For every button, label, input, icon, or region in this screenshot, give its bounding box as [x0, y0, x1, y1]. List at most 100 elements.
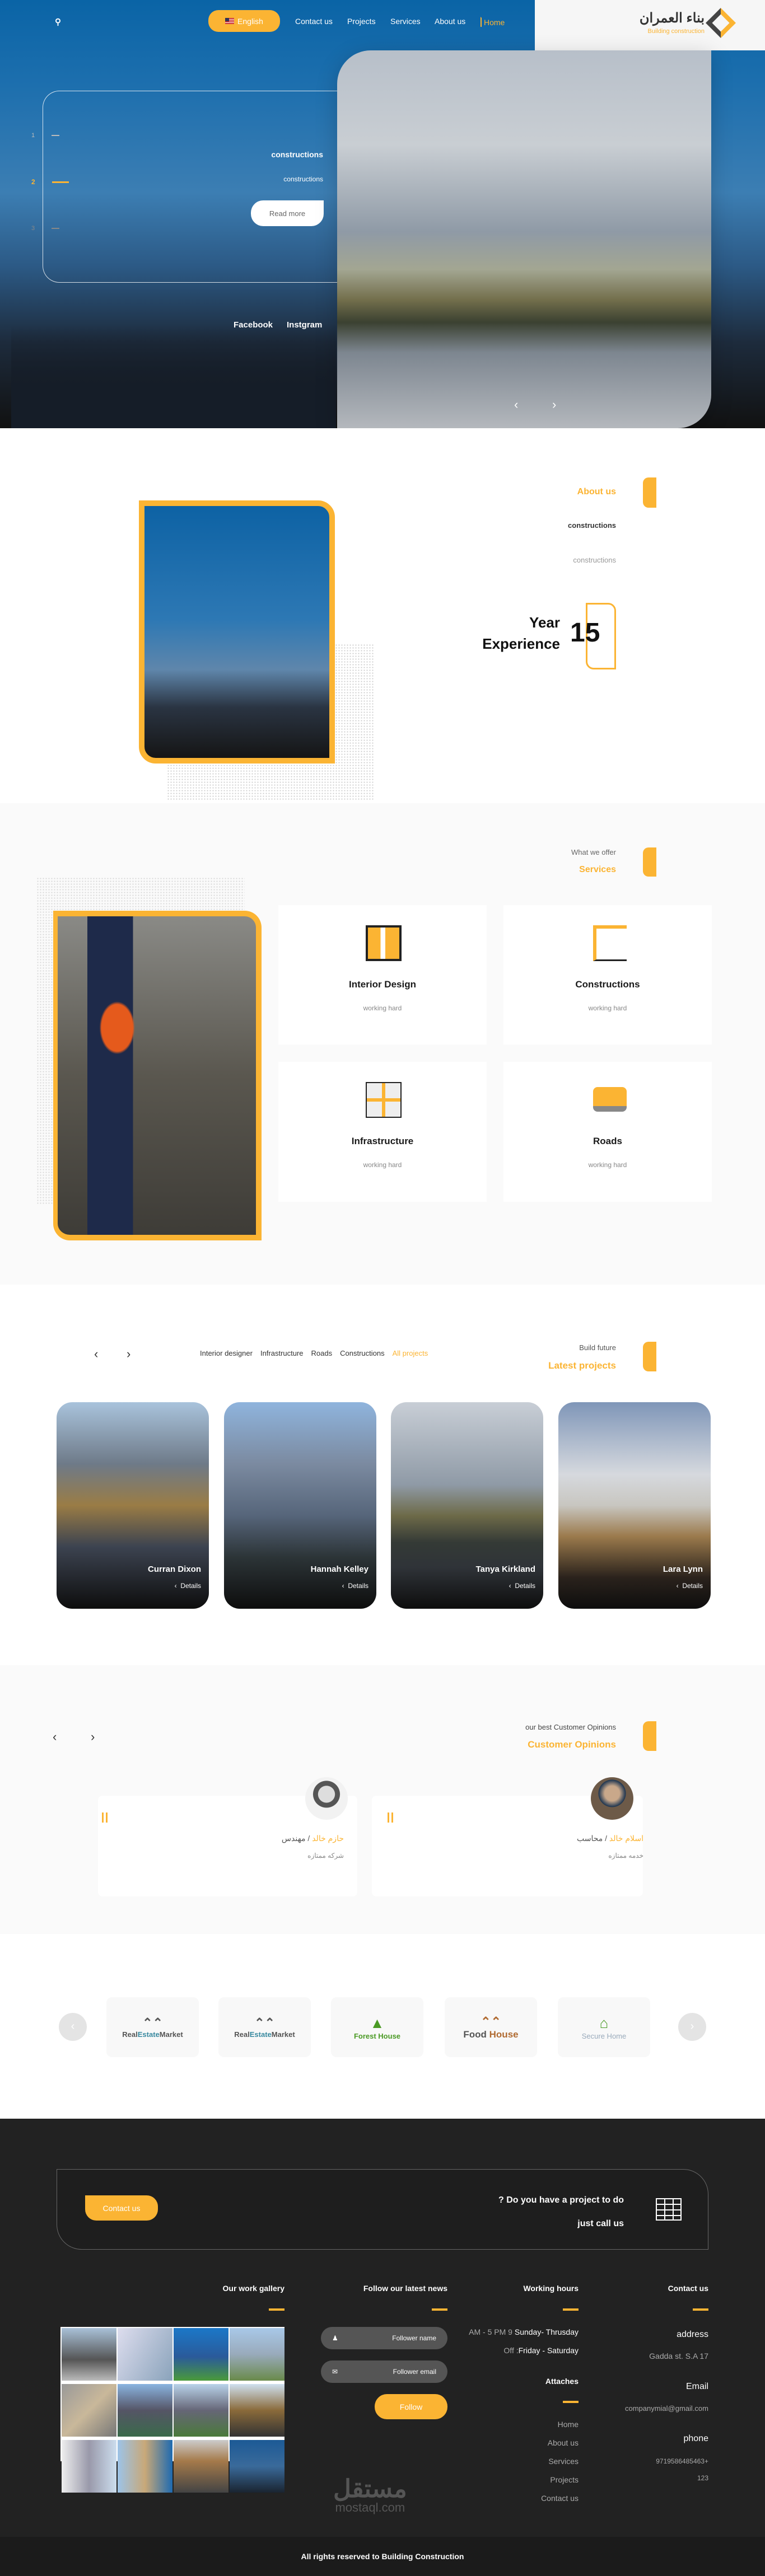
- project-card[interactable]: Curran Dixon ‹ Details: [57, 1402, 209, 1609]
- hero-subtitle: constructions: [283, 175, 323, 183]
- floor-plan-icon: [366, 925, 402, 961]
- filter-all-projects[interactable]: All projects: [393, 1349, 428, 1357]
- read-more-button[interactable]: Read more: [251, 200, 324, 226]
- projects-prev-arrow[interactable]: ‹: [94, 1347, 98, 1361]
- footer-link-contact[interactable]: Contact us: [541, 2494, 579, 2503]
- cta-question: ? Do you have a project to do: [498, 2195, 624, 2205]
- partners-prev-button[interactable]: ‹: [59, 2013, 87, 2041]
- brick-wall-icon: [656, 2198, 682, 2221]
- hero-prev-arrow[interactable]: ‹: [514, 397, 518, 412]
- hours-heading: Working hours: [523, 2284, 579, 2293]
- partners-next-button[interactable]: ›: [678, 2013, 706, 2041]
- gallery-thumb[interactable]: [62, 2440, 116, 2493]
- nav-services[interactable]: Services: [390, 17, 421, 26]
- about-label: About us: [577, 487, 616, 497]
- quote-icon: [388, 1812, 393, 1823]
- heading-underline: [563, 2308, 579, 2311]
- home-lock-icon: ⌂: [599, 2014, 609, 2031]
- opinions-next-arrow[interactable]: ›: [91, 1730, 95, 1744]
- house-roof-icon: ⌃⌃: [254, 2016, 275, 2030]
- partner-logo-food-house: ⌃⌃ Food House: [445, 1997, 537, 2057]
- service-card-roads[interactable]: Roads working hard: [503, 1062, 712, 1202]
- gallery-thumb[interactable]: [118, 2384, 172, 2437]
- search-icon[interactable]: ⚲: [55, 17, 61, 27]
- projects-title: Latest projects: [548, 1360, 616, 1371]
- footer-link-projects[interactable]: Projects: [550, 2475, 579, 2484]
- email-label: Email: [685, 2382, 708, 2391]
- hero-image: ‹ ›: [337, 50, 711, 428]
- details-link[interactable]: ‹ Details: [509, 1582, 535, 1590]
- gallery-thumb[interactable]: [230, 2384, 284, 2437]
- nav-projects[interactable]: Projects: [347, 17, 376, 26]
- footer-link-about[interactable]: About us: [548, 2438, 579, 2447]
- gallery-thumb[interactable]: [118, 2440, 172, 2493]
- partner-logo-forest-house: ▲ Forest House: [331, 1997, 423, 2057]
- service-card-constructions[interactable]: Constructions working hard: [503, 905, 712, 1045]
- cta-contact-button[interactable]: Contact us: [85, 2195, 158, 2221]
- phone-extension: 123: [697, 2474, 708, 2482]
- gallery-thumb[interactable]: [62, 2328, 116, 2381]
- footer-link-services[interactable]: Services: [548, 2457, 579, 2466]
- gallery-thumb[interactable]: [174, 2384, 228, 2437]
- logo-area: بناء العمران Building construction: [535, 0, 765, 50]
- gallery-thumb[interactable]: [230, 2328, 284, 2381]
- project-card[interactable]: Lara Lynn ‹ Details: [558, 1402, 711, 1609]
- heading-underline: [432, 2308, 447, 2311]
- partner-logo-realestate: ⌃⌃ RealEstateMarket: [218, 1997, 311, 2057]
- follower-name-input[interactable]: ♟ Follower name: [321, 2327, 447, 2349]
- logo-icon: [706, 8, 736, 38]
- details-link[interactable]: ‹ Details: [342, 1582, 368, 1590]
- opinions-tab-marker: [643, 1721, 656, 1751]
- phone-label: phone: [683, 2434, 709, 2443]
- gallery-thumb[interactable]: [62, 2384, 116, 2437]
- road-roller-icon: [593, 1087, 627, 1112]
- hero-next-arrow[interactable]: ›: [552, 397, 556, 412]
- gallery-thumb[interactable]: [230, 2440, 284, 2493]
- avatar: [591, 1777, 633, 1820]
- customer-comment: شركه ممتازه: [307, 1852, 344, 1860]
- year-label: Year: [529, 614, 560, 631]
- details-link[interactable]: ‹ Details: [677, 1582, 703, 1590]
- service-card-infrastructure[interactable]: Infrastructure working hard: [278, 1062, 487, 1202]
- project-card[interactable]: Tanya Kirkland ‹ Details: [391, 1402, 543, 1609]
- filter-interior-designer[interactable]: Interior designer: [200, 1349, 253, 1357]
- gallery-thumb[interactable]: [118, 2328, 172, 2381]
- service-card-interior-design[interactable]: Interior Design working hard: [278, 905, 487, 1045]
- details-link[interactable]: ‹ Details: [175, 1582, 201, 1590]
- filter-roads[interactable]: Roads: [311, 1349, 333, 1357]
- tree-icon: ▲: [370, 2014, 385, 2031]
- crane-silhouette: [11, 280, 336, 428]
- us-flag-icon: [225, 18, 235, 24]
- gallery-thumb[interactable]: [174, 2440, 228, 2493]
- nav-contact-us[interactable]: Contact us: [295, 17, 333, 26]
- nav-home[interactable]: Home: [481, 17, 507, 27]
- filter-infrastructure[interactable]: Infrastructure: [260, 1349, 304, 1357]
- language-button[interactable]: English: [208, 10, 280, 32]
- filter-constructions[interactable]: Constructions: [340, 1349, 384, 1357]
- slide-indicator-2[interactable]: 2: [31, 178, 69, 186]
- follower-email-input[interactable]: ✉ Follower email: [321, 2360, 447, 2383]
- email-value[interactable]: companymial@gmail.com: [625, 2404, 708, 2413]
- instagram-link[interactable]: Instgram: [287, 320, 322, 330]
- crane-house-icon: [593, 925, 627, 961]
- slide-indicator-3[interactable]: 3: [31, 225, 60, 232]
- project-card[interactable]: Hannah Kelley ‹ Details: [224, 1402, 376, 1609]
- quote-icon: [102, 1812, 108, 1823]
- cta-box: Contact us ? Do you have a project to do…: [57, 2169, 708, 2250]
- opinions-prev-arrow[interactable]: ‹: [53, 1730, 57, 1744]
- partner-logo-realestate: ⌃⌃ RealEstateMarket: [106, 1997, 199, 2057]
- logo-english: Building construction: [647, 28, 705, 35]
- city-blocks-icon: [366, 1082, 402, 1118]
- footer-link-home[interactable]: Home: [558, 2420, 579, 2429]
- logo-arabic: بناء العمران: [639, 11, 705, 26]
- customer-name: اسلام خالد: [609, 1834, 643, 1843]
- nav-about-us[interactable]: About us: [435, 17, 465, 26]
- slide-indicator-1[interactable]: 1: [31, 132, 60, 139]
- services-image: [53, 911, 262, 1240]
- projects-next-arrow[interactable]: ›: [127, 1347, 130, 1361]
- gallery-thumb[interactable]: [174, 2328, 228, 2381]
- facebook-link[interactable]: Facebook: [234, 320, 273, 330]
- hero-title: constructions: [271, 150, 323, 159]
- phone-value: 9719586485463+: [656, 2457, 708, 2465]
- follow-button[interactable]: Follow: [375, 2394, 447, 2419]
